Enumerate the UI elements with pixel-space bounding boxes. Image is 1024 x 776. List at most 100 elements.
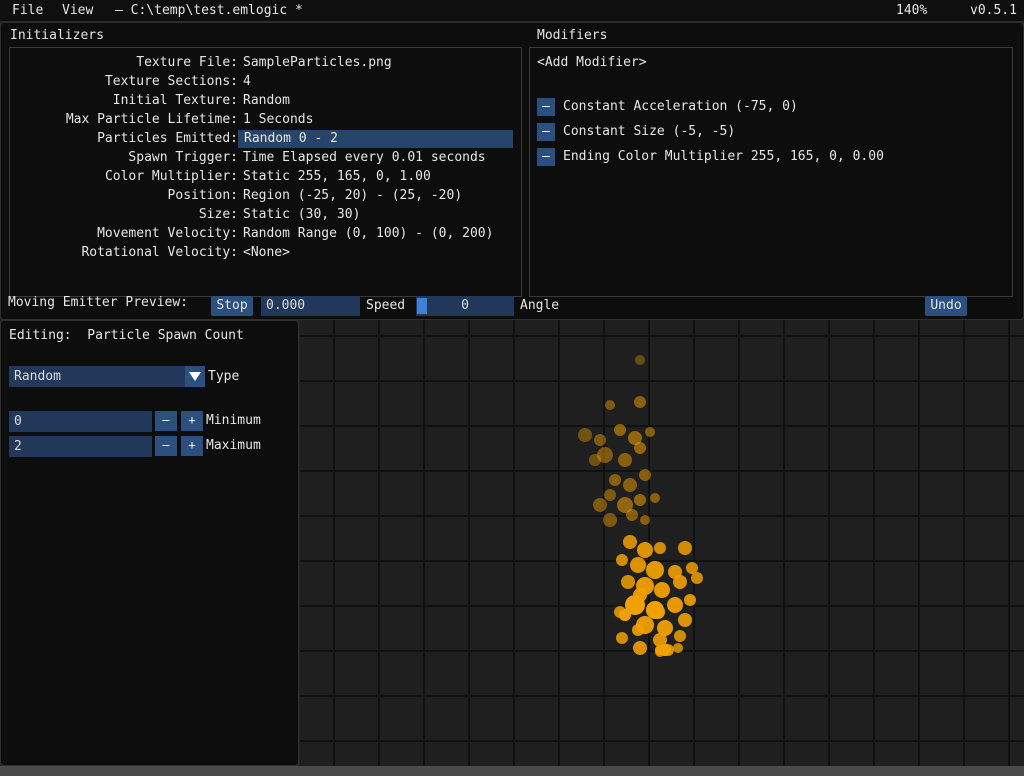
type-dropdown[interactable]: Random: [9, 366, 205, 387]
initializer-row[interactable]: Position: Region (-25, 20) - (25, -20): [10, 187, 520, 205]
initializer-label: Max Particle Lifetime:: [65, 112, 238, 127]
initializer-value: Random: [243, 93, 290, 108]
remove-modifier-button[interactable]: –: [537, 98, 555, 116]
particle: [623, 478, 637, 492]
top-window: Initializers Texture File: SampleParticle…: [0, 22, 1024, 320]
particle: [654, 582, 670, 598]
particle: [630, 557, 646, 573]
initializer-label: Particles Emitted:: [97, 131, 238, 146]
particle: [674, 630, 686, 642]
modifier-item[interactable]: Ending Color Multiplier 255, 165, 0, 0.0…: [563, 148, 884, 166]
modifier-item[interactable]: Constant Acceleration (-75, 0): [563, 98, 798, 116]
chevron-down-icon[interactable]: [185, 366, 205, 387]
particle: [667, 597, 683, 613]
particle: [632, 624, 644, 636]
menu-file[interactable]: File: [12, 3, 43, 18]
initializer-label: Texture File:: [136, 55, 238, 70]
particle: [633, 588, 647, 602]
minimum-input[interactable]: 0: [9, 411, 152, 432]
minimum-increment-button[interactable]: +: [181, 411, 203, 431]
angle-label: Angle: [520, 298, 560, 313]
initializer-label: Size:: [198, 207, 238, 222]
particle: [662, 644, 674, 656]
preview-canvas[interactable]: [300, 320, 1024, 768]
initializer-value: Random 0 - 2: [238, 130, 513, 148]
particle: [651, 605, 665, 619]
initializer-row[interactable]: Movement Velocity: Random Range (0, 100) …: [10, 225, 520, 243]
particle: [616, 632, 628, 644]
initializer-row[interactable]: Spawn Trigger: Time Elapsed every 0.01 se…: [10, 149, 520, 167]
modifier-item[interactable]: Constant Size (-5, -5): [563, 123, 735, 141]
initializer-label: Initial Texture:: [112, 93, 238, 108]
modifiers-title: Modifiers: [537, 28, 608, 43]
particle: [604, 489, 616, 501]
undo-button[interactable]: Undo: [925, 296, 967, 316]
initializer-value: 1 Seconds: [243, 112, 314, 127]
particle: [673, 575, 687, 589]
editor-title: Editing: Particle Spawn Count: [9, 328, 244, 343]
initializer-value: <None>: [243, 245, 290, 260]
particle: [634, 442, 646, 454]
particle: [593, 498, 607, 512]
angle-slider[interactable]: 0: [416, 296, 514, 316]
angle-value: 0: [461, 298, 469, 313]
particle: [654, 542, 666, 554]
version-label: v0.5.1: [970, 3, 1017, 18]
initializer-value: Random Range (0, 100) - (0, 200): [243, 226, 494, 241]
particle: [684, 594, 696, 606]
menu-view[interactable]: View: [62, 3, 93, 18]
maximum-label: Maximum: [206, 438, 261, 453]
initializer-label: Position:: [167, 188, 238, 203]
initializer-value: SampleParticles.png: [243, 55, 392, 70]
initializer-value: Time Elapsed every 0.01 seconds: [243, 150, 486, 165]
particle: [678, 541, 692, 555]
particle: [594, 434, 606, 446]
particle: [646, 561, 664, 579]
add-modifier-link[interactable]: <Add Modifier>: [537, 54, 647, 72]
initializer-value: Static (30, 30): [243, 207, 361, 222]
initializers-panel: Texture File: SampleParticles.png Texture …: [9, 47, 522, 297]
modifiers-panel: <Add Modifier> – Constant Acceleration (-…: [529, 47, 1013, 297]
status-strip: [0, 766, 1024, 776]
remove-modifier-button[interactable]: –: [537, 148, 555, 166]
remove-modifier-button[interactable]: –: [537, 123, 555, 141]
particle: [603, 513, 617, 527]
initializer-value: Static 255, 165, 0, 1.00: [243, 169, 431, 184]
initializer-row[interactable]: Size: Static (30, 30): [10, 206, 520, 224]
maximum-input[interactable]: 2: [9, 436, 152, 457]
initializer-row[interactable]: Rotational Velocity: <None>: [10, 244, 520, 262]
initializer-label: Movement Velocity:: [97, 226, 238, 241]
type-dropdown-value: Random: [14, 369, 61, 384]
maximum-increment-button[interactable]: +: [181, 436, 203, 456]
particle: [605, 400, 615, 410]
initializer-row[interactable]: Particles Emitted: Random 0 - 2: [10, 130, 520, 148]
maximum-decrement-button[interactable]: –: [155, 436, 177, 456]
initializers-title: Initializers: [10, 28, 104, 43]
particle: [639, 469, 651, 481]
initializer-value: Region (-25, 20) - (25, -20): [243, 188, 463, 203]
initializer-label: Texture Sections:: [104, 74, 238, 89]
initializer-row[interactable]: Color Multiplier: Static 255, 165, 0, 1.0…: [10, 168, 520, 186]
particle: [634, 494, 646, 506]
initializer-row[interactable]: Initial Texture: Random: [10, 92, 520, 110]
file-path: – C:\temp\test.emlogic *: [115, 3, 303, 18]
particle: [621, 575, 635, 589]
particle: [678, 613, 692, 627]
particle: [614, 424, 626, 436]
particle: [637, 542, 653, 558]
initializer-row[interactable]: Texture Sections: 4: [10, 73, 520, 91]
particle: [619, 609, 631, 621]
stop-button[interactable]: Stop: [211, 296, 253, 316]
particle: [673, 643, 683, 653]
initializer-row[interactable]: Texture File: SampleParticles.png: [10, 54, 520, 72]
particle: [626, 509, 638, 521]
particle: [640, 515, 650, 525]
particle: [578, 428, 592, 442]
particle: [589, 454, 601, 466]
speed-input[interactable]: 0.000: [261, 296, 360, 316]
initializer-label: Rotational Velocity:: [81, 245, 238, 260]
initializer-row[interactable]: Max Particle Lifetime: 1 Seconds: [10, 111, 520, 129]
particle: [634, 396, 646, 408]
particle: [635, 355, 645, 365]
minimum-decrement-button[interactable]: –: [155, 411, 177, 431]
